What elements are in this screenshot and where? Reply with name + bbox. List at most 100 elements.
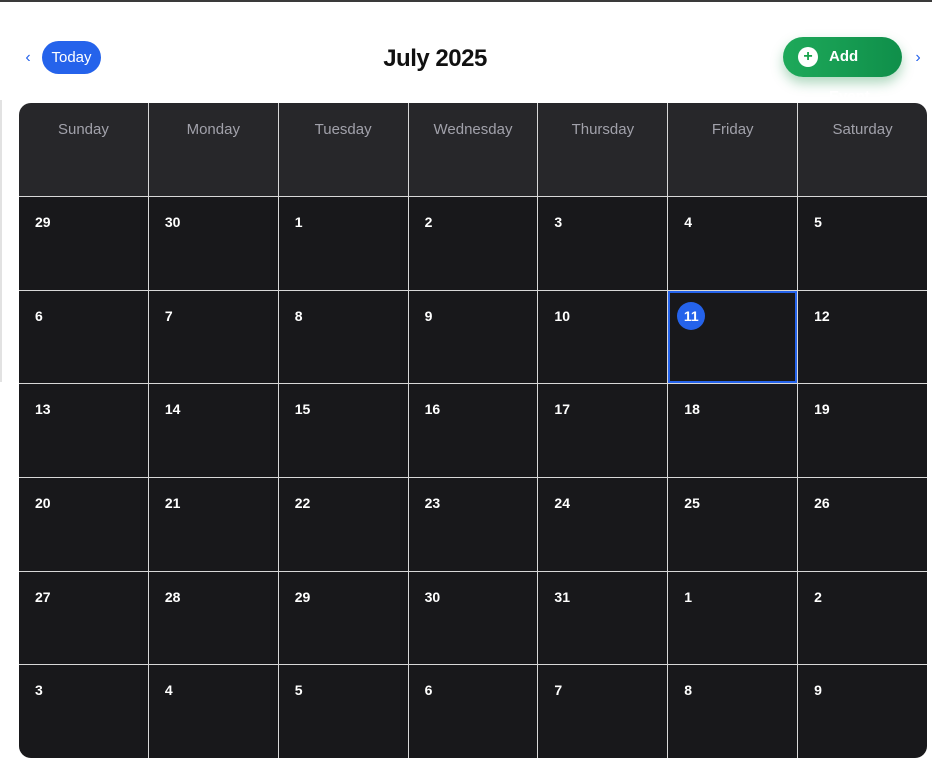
day-number: 8 (684, 682, 693, 699)
chevron-right-icon[interactable]: › (910, 46, 926, 70)
day-number: 7 (164, 307, 173, 324)
day-number: 6 (35, 307, 43, 324)
day-cell[interactable]: 9 (408, 290, 538, 384)
month-calendar: Sunday Monday Tuesday Wednesday Thursday… (19, 103, 927, 758)
day-cell[interactable]: 8 (668, 665, 798, 758)
day-number: 29 (35, 214, 51, 230)
day-cell[interactable]: 7 (148, 290, 278, 384)
day-cell[interactable]: 2 (408, 197, 538, 290)
day-cell[interactable]: 30 (148, 197, 278, 290)
day-cell[interactable]: 29 (19, 197, 148, 290)
day-number: 9 (424, 307, 433, 324)
add-event-button[interactable]: + Add Event (783, 37, 902, 105)
day-number: 8 (294, 307, 303, 324)
day-number: 28 (164, 588, 181, 605)
day-cell[interactable]: 16 (408, 384, 538, 477)
day-cell[interactable]: 19 (798, 384, 927, 477)
add-event-label: Add Event (829, 48, 870, 105)
day-number: 25 (684, 494, 700, 511)
month-title: July 2025 (383, 45, 487, 72)
day-cell[interactable]: 8 (278, 290, 408, 384)
day-number: 17 (554, 401, 570, 418)
day-number: 26 (814, 494, 830, 511)
day-number: 19 (814, 401, 830, 418)
calendar-header: ‹ Today July 2025 + Add Event › (0, 30, 932, 105)
top-border (0, 0, 932, 2)
day-cell[interactable]: 21 (148, 477, 278, 571)
day-cell[interactable]: 24 (538, 477, 668, 571)
day-number: 1 (294, 214, 303, 230)
day-number: 4 (164, 682, 173, 699)
day-number: 15 (294, 401, 311, 418)
day-cell[interactable]: 2 (798, 571, 927, 665)
day-cell[interactable]: 5 (278, 665, 408, 758)
day-cell[interactable]: 3 (538, 197, 668, 290)
day-number: 20 (35, 494, 51, 511)
day-cell[interactable]: 1 (668, 571, 798, 665)
day-cell[interactable]: 22 (278, 477, 408, 571)
day-number: 4 (684, 214, 693, 230)
day-cell-today[interactable]: 11 (668, 290, 798, 384)
day-number: 27 (35, 588, 51, 605)
day-number: 30 (164, 214, 181, 230)
day-number: 3 (554, 214, 563, 230)
day-cell[interactable]: 30 (408, 571, 538, 665)
day-cell[interactable]: 15 (278, 384, 408, 477)
day-cell[interactable]: 28 (148, 571, 278, 665)
day-number: 31 (554, 588, 570, 605)
today-button[interactable]: Today (42, 41, 101, 74)
day-number: 2 (424, 214, 433, 230)
day-cell[interactable]: 18 (668, 384, 798, 477)
day-cell[interactable]: 4 (148, 665, 278, 758)
day-number: 3 (35, 682, 43, 699)
day-number: 2 (814, 588, 822, 605)
day-number: 5 (294, 682, 303, 699)
left-panel-edge (0, 100, 2, 382)
day-number: 21 (164, 494, 181, 511)
day-cell[interactable]: 7 (538, 665, 668, 758)
day-number: 12 (814, 307, 830, 324)
day-cell[interactable]: 13 (19, 384, 148, 477)
day-cell[interactable]: 20 (19, 477, 148, 571)
chevron-left-icon[interactable]: ‹ (20, 46, 36, 70)
weekday-sunday: Sunday (19, 103, 148, 196)
day-number: 16 (424, 401, 441, 418)
weekday-wednesday: Wednesday (408, 103, 538, 196)
day-number: 24 (554, 494, 570, 511)
day-cell[interactable]: 23 (408, 477, 538, 571)
weekday-friday: Friday (668, 103, 798, 196)
day-number: 7 (554, 682, 563, 699)
weekday-tuesday: Tuesday (278, 103, 408, 196)
day-number: 18 (684, 401, 700, 418)
weekday-header-row: Sunday Monday Tuesday Wednesday Thursday… (19, 103, 927, 196)
day-cell[interactable]: 5 (798, 197, 927, 290)
day-cell[interactable]: 9 (798, 665, 927, 758)
day-number: 13 (35, 401, 51, 418)
day-number: 9 (814, 682, 822, 699)
day-number: 6 (424, 682, 433, 699)
weekday-thursday: Thursday (538, 103, 668, 196)
day-cell[interactable]: 4 (668, 197, 798, 290)
weekday-saturday: Saturday (798, 103, 927, 196)
day-grid: 29 30 1 2 3 4 5 6 7 8 9 10 11 12 13 14 15 16 17 18 19 20 21 22 2… (19, 197, 927, 758)
day-number: 1 (684, 588, 693, 605)
day-cell[interactable]: 27 (19, 571, 148, 665)
day-cell[interactable]: 6 (19, 290, 148, 384)
day-number: 29 (294, 588, 311, 605)
weekday-monday: Monday (148, 103, 278, 196)
day-cell[interactable]: 25 (668, 477, 798, 571)
day-cell[interactable]: 26 (798, 477, 927, 571)
day-cell[interactable]: 10 (538, 290, 668, 384)
day-cell[interactable]: 6 (408, 665, 538, 758)
day-cell[interactable]: 1 (278, 197, 408, 290)
day-cell[interactable]: 31 (538, 571, 668, 665)
day-cell[interactable]: 29 (278, 571, 408, 665)
day-number: 5 (814, 214, 822, 230)
day-cell[interactable]: 14 (148, 384, 278, 477)
day-cell[interactable]: 12 (798, 290, 927, 384)
day-number: 30 (424, 588, 441, 605)
day-cell[interactable]: 3 (19, 665, 148, 758)
day-number: 23 (424, 494, 441, 511)
day-cell[interactable]: 17 (538, 384, 668, 477)
day-number: 22 (294, 494, 311, 511)
